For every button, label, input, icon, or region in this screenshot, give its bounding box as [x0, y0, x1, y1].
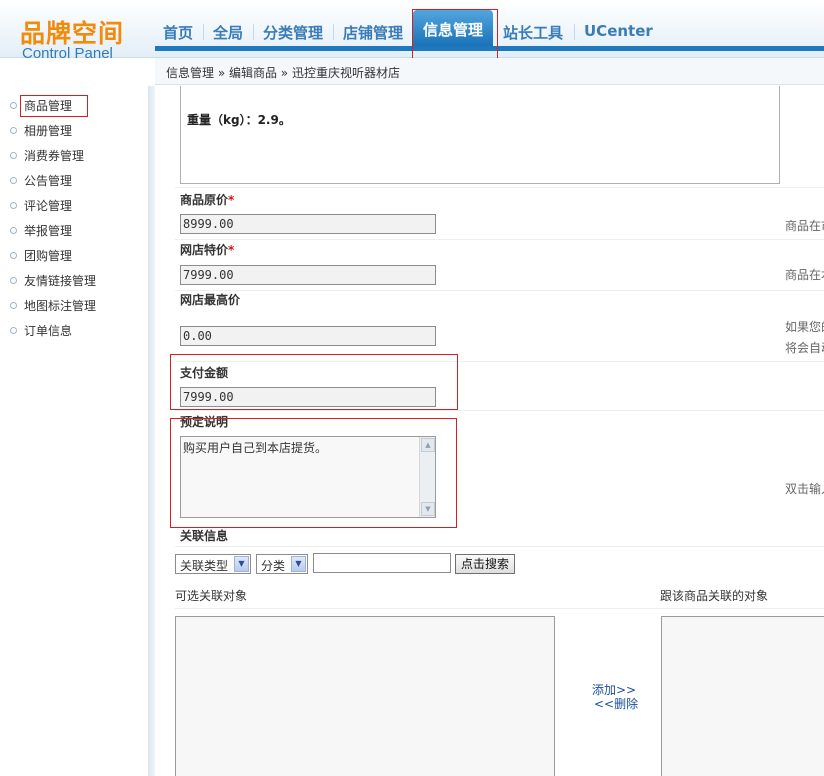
row-divider — [175, 410, 824, 411]
max-price-label: 网店最高价 — [180, 293, 241, 307]
related-type-select[interactable]: 关联类型 ▼ — [175, 554, 251, 574]
preorder-note-label: 预定说明 — [180, 415, 229, 429]
original-price-label: 商品原价* — [180, 193, 235, 207]
preorder-note-text: 购买用户自己到本店提货。 — [183, 441, 328, 455]
sidebar-item-label: 公告管理 — [24, 174, 73, 188]
nav-store[interactable]: 店铺管理 — [343, 22, 403, 42]
row-divider — [175, 187, 824, 188]
breadcrumb-bar: 信息管理 » 编辑商品 » 迅控重庆视听器材店 — [155, 58, 824, 85]
special-price-input[interactable] — [180, 265, 436, 285]
nav-separator — [333, 24, 334, 40]
sidebar: 商品管理 相册管理 消费券管理 公告管理 评论管理 举报管理 团购管理 友情链接… — [0, 86, 148, 776]
preorder-note-hint: 双击输入 — [785, 482, 824, 496]
sidebar-item-groupbuy[interactable]: 团购管理 — [10, 247, 72, 265]
bullet-icon — [10, 227, 17, 234]
nav-underline — [155, 46, 824, 51]
sidebar-divider — [148, 86, 155, 776]
nav-tools[interactable]: 站长工具 — [503, 22, 563, 42]
sidebar-item-notice[interactable]: 公告管理 — [10, 172, 72, 190]
special-price-hint: 商品在本 — [785, 268, 824, 282]
logo-subtitle: Control Panel — [22, 45, 113, 62]
chevron-down-icon: ▼ — [234, 556, 249, 572]
breadcrumb: 信息管理 » 编辑商品 » 迅控重庆视听器材店 — [166, 66, 400, 80]
sidebar-item-label: 消费券管理 — [24, 149, 85, 163]
row-divider — [175, 546, 824, 547]
available-objects-list[interactable] — [175, 616, 555, 776]
payment-amount-input[interactable] — [180, 387, 436, 407]
bullet-icon — [10, 327, 17, 334]
sidebar-item-map[interactable]: 地图标注管理 — [10, 297, 96, 315]
sidebar-item-label: 举报管理 — [24, 224, 73, 238]
textarea-scrollbar[interactable]: ▲ ▼ — [419, 437, 435, 517]
nav-info-active[interactable]: 信息管理 — [413, 10, 493, 46]
sidebar-item-label: 评论管理 — [24, 199, 73, 213]
remove-link[interactable]: <<删除 — [594, 695, 638, 712]
row-divider — [175, 239, 824, 240]
bullet-icon — [10, 202, 17, 209]
sidebar-item-label: 团购管理 — [24, 249, 73, 263]
nav-separator — [574, 24, 575, 40]
linked-objects-list[interactable] — [661, 616, 824, 776]
scroll-down-icon[interactable]: ▼ — [421, 502, 435, 516]
related-search-input[interactable] — [313, 553, 451, 573]
edit-goods-form: 重量（kg）：2.9。 商品原价* 商品在市 网店特价* 商品在本 网店最高价 … — [155, 86, 824, 776]
bullet-icon — [10, 152, 17, 159]
nav-separator — [203, 24, 204, 40]
description-editor[interactable]: 重量（kg）：2.9。 — [180, 86, 780, 184]
max-price-hint-2: 将会自动 — [785, 341, 824, 355]
nav-separator — [253, 24, 254, 40]
sidebar-item-report[interactable]: 举报管理 — [10, 222, 72, 240]
sidebar-item-goods[interactable]: 商品管理 — [10, 97, 72, 115]
special-price-label: 网店特价* — [180, 243, 235, 257]
bullet-icon — [10, 302, 17, 309]
search-button[interactable]: 点击搜索 — [455, 554, 515, 574]
linked-objects-label: 跟该商品关联的对象 — [660, 589, 769, 603]
related-info-label: 关联信息 — [180, 529, 229, 543]
description-text: 重量（kg）：2.9。 — [187, 113, 291, 127]
header: 品牌空间 Control Panel 首页 全局 分类管理 店铺管理 信息管理 … — [0, 0, 824, 62]
scroll-up-icon[interactable]: ▲ — [421, 438, 435, 452]
logo[interactable]: 品牌空间 Control Panel — [0, 0, 152, 62]
sidebar-item-label: 地图标注管理 — [24, 299, 97, 313]
row-divider — [175, 608, 824, 609]
nav-category[interactable]: 分类管理 — [263, 22, 323, 42]
bullet-icon — [10, 252, 17, 259]
sidebar-item-label: 友情链接管理 — [24, 274, 97, 288]
sidebar-item-comment[interactable]: 评论管理 — [10, 197, 72, 215]
bullet-icon — [10, 127, 17, 134]
sidebar-item-links[interactable]: 友情链接管理 — [10, 272, 96, 290]
max-price-input[interactable] — [180, 326, 436, 346]
nav-ucenter[interactable]: UCenter — [584, 22, 653, 42]
category-select[interactable]: 分类 ▼ — [256, 554, 308, 574]
chevron-down-icon: ▼ — [291, 556, 306, 572]
row-divider — [175, 361, 824, 362]
bullet-icon — [10, 277, 17, 284]
available-objects-label: 可选关联对象 — [175, 589, 248, 603]
payment-amount-label: 支付金额 — [180, 366, 229, 380]
nav-home[interactable]: 首页 — [163, 22, 193, 42]
max-price-hint-1: 如果您的 — [785, 320, 824, 334]
sidebar-item-coupon[interactable]: 消费券管理 — [10, 147, 84, 165]
original-price-input[interactable] — [180, 214, 436, 234]
bullet-icon — [10, 177, 17, 184]
nav-global[interactable]: 全局 — [213, 22, 243, 42]
row-divider — [175, 290, 824, 291]
original-price-hint: 商品在市 — [785, 219, 824, 233]
preorder-note-textarea[interactable]: 购买用户自己到本店提货。 ▲ ▼ — [180, 436, 436, 518]
sidebar-item-orders[interactable]: 订单信息 — [10, 322, 72, 340]
sidebar-item-label: 商品管理 — [24, 99, 73, 113]
sidebar-item-album[interactable]: 相册管理 — [10, 122, 72, 140]
bullet-icon — [10, 102, 17, 109]
sidebar-item-label: 订单信息 — [24, 324, 73, 338]
sidebar-item-label: 相册管理 — [24, 124, 73, 138]
